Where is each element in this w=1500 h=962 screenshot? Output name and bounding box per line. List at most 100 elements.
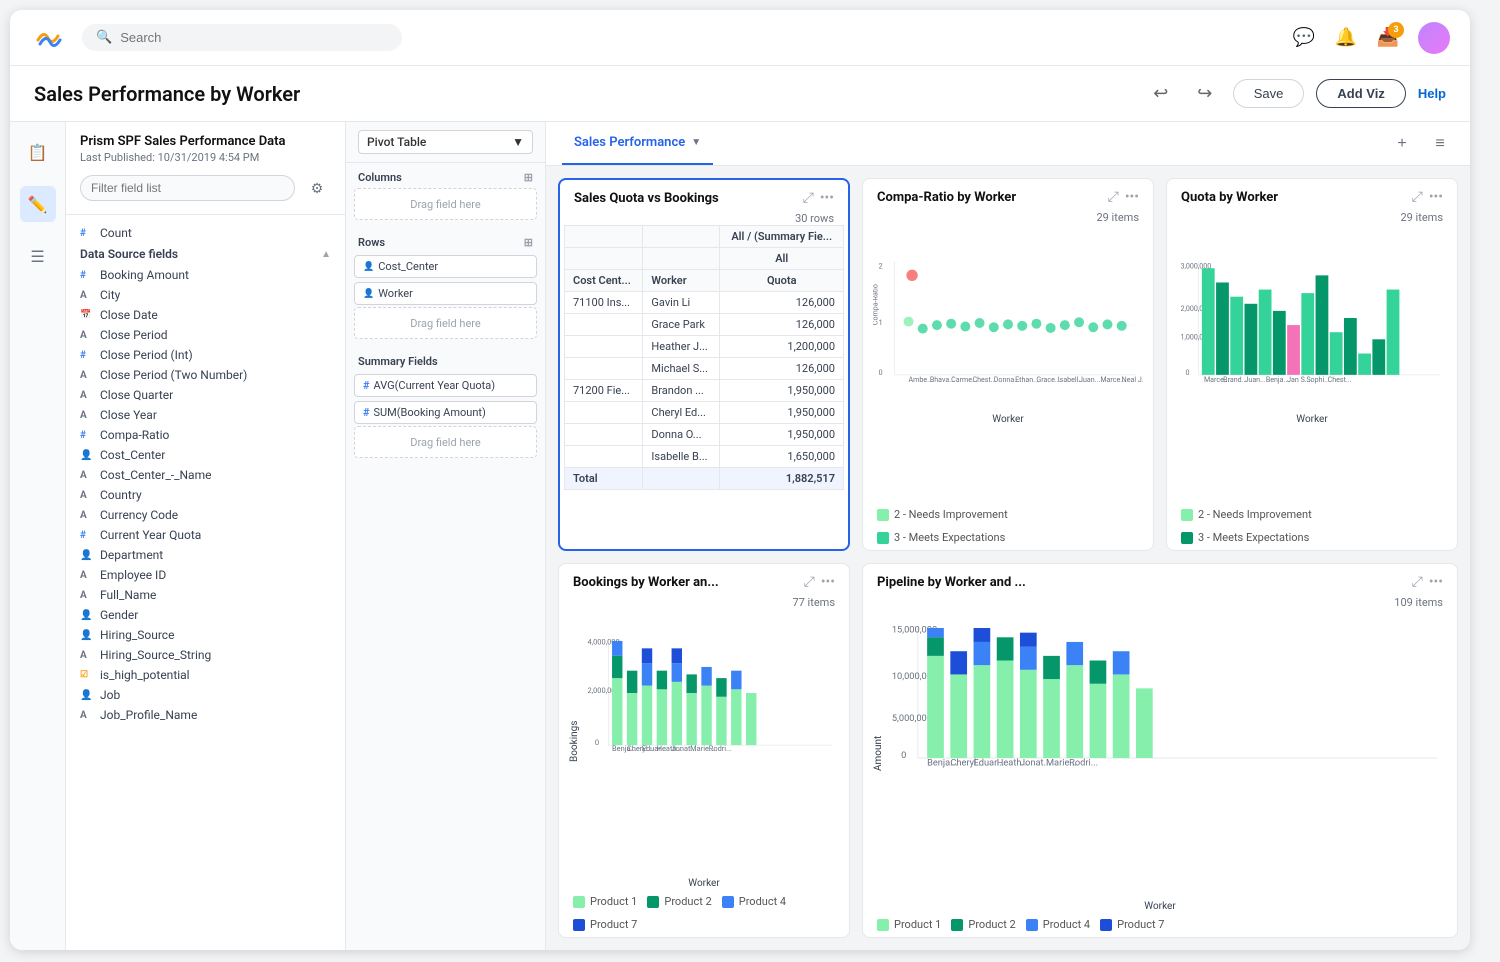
pivot-table-card: Sales Quota vs Bookings ⤢ ••• 30 rows	[558, 178, 850, 551]
help-button[interactable]: Help	[1418, 86, 1446, 101]
field-full-name[interactable]: AFull_Name	[66, 585, 345, 605]
tab-dropdown-icon: ▼	[691, 137, 701, 148]
pivot-type-dropdown[interactable]: Pivot Table ▼	[358, 130, 533, 154]
pivot-row-count: 30 rows	[560, 212, 848, 225]
field-close-date[interactable]: 📅Close Date	[66, 305, 345, 325]
summary-drop-zone[interactable]: Drag field here	[354, 426, 537, 458]
bookings-expand-icon[interactable]: ⤢	[804, 574, 815, 590]
chat-icon[interactable]: 💬	[1292, 26, 1316, 50]
field-cost-center[interactable]: 👤Cost_Center	[66, 445, 345, 465]
field-gender[interactable]: 👤Gender	[66, 605, 345, 625]
field-booking-amount[interactable]: #Booking Amount	[66, 265, 345, 285]
table-row: Cheryl Ed...1,950,000	[565, 402, 844, 424]
notification-icon[interactable]: 🔔	[1334, 26, 1358, 50]
pipeline-legend-3: Product 4	[1026, 918, 1090, 931]
summary-chip-avg[interactable]: # AVG(Current Year Quota)	[354, 374, 537, 397]
page-title: Sales Performance by Worker	[34, 82, 300, 106]
summary-chip-sum[interactable]: # SUM(Booking Amount)	[354, 401, 537, 424]
pipeline-chart-svg: 15,000,000 10,000,000 5,000,000 0	[890, 613, 1447, 773]
row-chip-cost-center[interactable]: 👤 Cost_Center	[354, 255, 537, 278]
quota-expand-icon[interactable]: ⤢	[1412, 189, 1423, 205]
field-compa-ratio[interactable]: #Compa-Ratio	[66, 425, 345, 445]
field-department[interactable]: 👤Department	[66, 545, 345, 565]
compa-legend-2: 3 - Meets Expectations	[877, 531, 1005, 544]
save-button[interactable]: Save	[1233, 79, 1305, 108]
bookings-more-icon[interactable]: •••	[821, 574, 835, 590]
quota-by-worker-card: Quota by Worker ⤢ ••• 29 items 3,000,000…	[1166, 178, 1458, 551]
redo-button[interactable]: ↪	[1189, 78, 1221, 110]
quota-legend-1: 2 - Needs Improvement	[1181, 508, 1312, 521]
inbox-icon[interactable]: 📥 3	[1376, 26, 1400, 50]
field-current-year-quota[interactable]: #Current Year Quota	[66, 525, 345, 545]
svg-text:Juan...: Juan...	[1079, 375, 1100, 384]
section-chevron: ▲	[321, 249, 331, 260]
field-filter-input[interactable]	[80, 175, 295, 201]
pipeline-expand-icon[interactable]: ⤢	[1412, 574, 1423, 590]
datasource-title: Prism SPF Sales Performance Data	[80, 134, 331, 149]
sidebar-icon-edit[interactable]: ✏️	[20, 186, 56, 222]
svg-text:Chest...: Chest...	[1328, 375, 1352, 384]
quota-more-icon[interactable]: •••	[1429, 189, 1443, 205]
pivot-data-table: All / (Summary Fie... All Cost Cent... W	[564, 225, 844, 490]
svg-text:Neal J...: Neal J...	[1122, 375, 1143, 384]
field-cost-center-name[interactable]: ACost_Center_-_Name	[66, 465, 345, 485]
sidebar-icon-data[interactable]: 📋	[20, 134, 56, 170]
add-viz-button[interactable]: Add Viz	[1316, 79, 1405, 108]
compa-more-icon[interactable]: •••	[1125, 189, 1139, 205]
compa-ratio-chart-svg: 2 1 0 Compa-Ratio	[873, 228, 1143, 408]
field-close-period[interactable]: AClose Period	[66, 325, 345, 345]
search-icon: 🔍	[96, 30, 112, 45]
field-hiring-source-string[interactable]: AHiring_Source_String	[66, 645, 345, 665]
compa-expand-icon[interactable]: ⤢	[1108, 189, 1119, 205]
svg-text:0: 0	[595, 738, 599, 747]
sidebar-icon-filter[interactable]: ☰	[20, 238, 56, 274]
field-settings-button[interactable]: ⚙	[303, 174, 331, 202]
svg-text:5,000,000: 5,000,000	[892, 713, 932, 724]
field-currency-code[interactable]: ACurrency Code	[66, 505, 345, 525]
datasource-subtitle: Last Published: 10/31/2019 4:54 PM	[80, 151, 331, 164]
field-city[interactable]: ACity	[66, 285, 345, 305]
field-hiring-source[interactable]: 👤Hiring_Source	[66, 625, 345, 645]
row-chip-worker[interactable]: 👤 Worker	[354, 282, 537, 305]
svg-text:Benja...: Benja...	[1266, 375, 1289, 384]
table-row: Donna O...1,950,000	[565, 424, 844, 446]
table-row: 71200 Fie...Brandon ...1,950,000	[565, 380, 844, 402]
expand-icon[interactable]: ⤢	[803, 190, 814, 206]
field-employee-id[interactable]: AEmployee ID	[66, 565, 345, 585]
search-input[interactable]	[120, 30, 388, 45]
pipeline-more-icon[interactable]: •••	[1429, 574, 1443, 590]
tab-sales-performance[interactable]: Sales Performance ▼	[562, 122, 713, 165]
field-is-high-potential[interactable]: ☑is_high_potential	[66, 665, 345, 685]
more-icon[interactable]: •••	[820, 190, 834, 206]
rows-drop-zone[interactable]: Drag field here	[354, 307, 537, 339]
viz-menu-button[interactable]: ≡	[1426, 130, 1454, 158]
field-job-profile[interactable]: AJob_Profile_Name	[66, 705, 345, 725]
quota-legend-2: 3 - Meets Expectations	[1181, 531, 1309, 544]
table-row: Grace Park126,000	[565, 314, 844, 336]
inbox-badge: 3	[1388, 22, 1404, 38]
svg-text:0: 0	[901, 750, 906, 761]
field-job[interactable]: 👤Job	[66, 685, 345, 705]
field-count[interactable]: # Count	[66, 223, 345, 243]
field-close-period-two[interactable]: AClose Period (Two Number)	[66, 365, 345, 385]
user-avatar[interactable]	[1418, 22, 1450, 54]
bookings-by-worker-card: Bookings by Worker an... ⤢ ••• 77 items …	[558, 563, 850, 938]
field-close-year[interactable]: AClose Year	[66, 405, 345, 425]
pipeline-legend-2: Product 2	[951, 918, 1015, 931]
add-viz-tab-button[interactable]: +	[1388, 130, 1416, 158]
app-logo[interactable]	[30, 20, 66, 56]
pivot-table-title: Sales Quota vs Bookings	[574, 191, 803, 206]
quota-item-count: 29 items	[1167, 211, 1457, 224]
pipeline-x-label: Worker	[863, 901, 1457, 912]
rows-settings-icon: ⊞	[524, 236, 533, 249]
global-search[interactable]: 🔍	[82, 24, 402, 51]
field-country[interactable]: ACountry	[66, 485, 345, 505]
field-close-period-int[interactable]: #Close Period (Int)	[66, 345, 345, 365]
pipeline-legend-1: Product 1	[877, 918, 941, 931]
field-close-quarter[interactable]: AClose Quarter	[66, 385, 345, 405]
undo-button[interactable]: ↩	[1145, 78, 1177, 110]
data-section-header[interactable]: Data Source fields ▲	[66, 243, 345, 265]
columns-drop-zone[interactable]: Drag field here	[354, 188, 537, 220]
svg-text:0: 0	[1186, 368, 1190, 377]
quota-bar-chart-svg: 3,000,000 2,000,000 1,000,000 0	[1177, 228, 1447, 408]
